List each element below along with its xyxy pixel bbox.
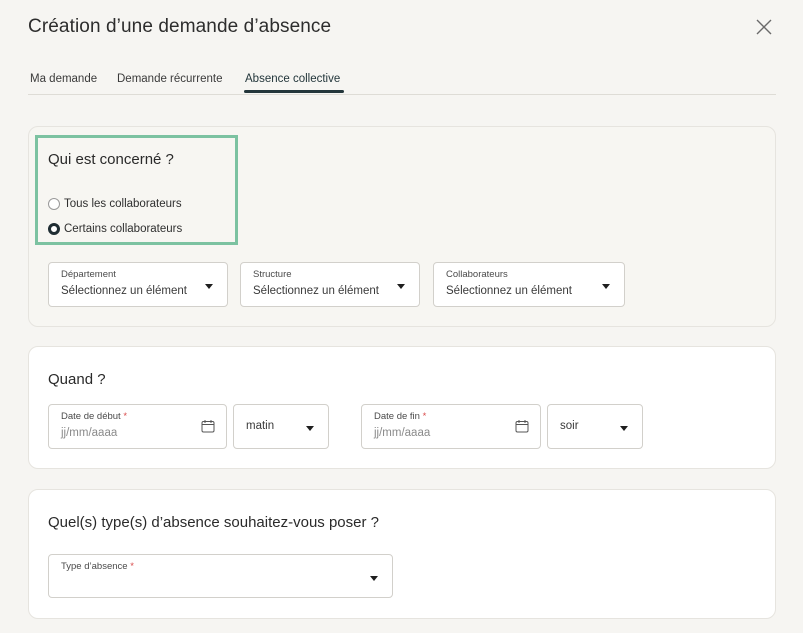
structure-select[interactable]: Structure Sélectionnez un élément <box>240 262 420 307</box>
caret-down-icon <box>370 576 378 581</box>
when-title: Quand ? <box>48 371 106 388</box>
collaborators-label: Collaborateurs <box>446 269 508 280</box>
caret-down-icon <box>620 426 628 431</box>
end-period-value: soir <box>560 420 579 432</box>
end-date-placeholder: jj/mm/aaaa <box>374 427 431 439</box>
department-label: Département <box>61 269 116 280</box>
type-title: Quel(s) type(s) d’absence souhaitez-vous… <box>48 514 379 531</box>
active-tab-indicator <box>244 90 344 93</box>
end-date-field[interactable]: Date de fin * jj/mm/aaaa <box>361 404 541 449</box>
absence-type-select[interactable]: Type d’absence * <box>48 554 393 598</box>
who-title: Qui est concerné ? <box>48 151 174 168</box>
tab-bar: Ma demande Demande récurrente Absence co… <box>28 66 776 95</box>
absence-type-label: Type d’absence * <box>61 561 134 572</box>
calendar-icon[interactable] <box>201 419 215 433</box>
radio-some-collaborators[interactable]: Certains collaborateurs <box>48 223 182 235</box>
calendar-icon[interactable] <box>515 419 529 433</box>
start-period-select[interactable]: matin <box>233 404 329 449</box>
close-icon <box>756 19 772 35</box>
radio-circle[interactable] <box>48 198 60 210</box>
structure-value: Sélectionnez un élément <box>253 285 379 297</box>
caret-down-icon <box>205 284 213 289</box>
start-date-field[interactable]: Date de début * jj/mm/aaaa <box>48 404 227 449</box>
collaborators-select[interactable]: Collaborateurs Sélectionnez un élément <box>433 262 625 307</box>
department-select[interactable]: Département Sélectionnez un élément <box>48 262 228 307</box>
start-period-value: matin <box>246 420 275 432</box>
collaborators-value: Sélectionnez un élément <box>446 285 572 297</box>
radio-label: Certains collaborateurs <box>64 223 183 235</box>
end-period-select[interactable]: soir <box>547 404 643 449</box>
tab-absence-collective[interactable]: Absence collective <box>245 73 340 85</box>
department-value: Sélectionnez un élément <box>61 285 187 297</box>
start-date-label: Date de début * <box>61 411 128 422</box>
modal-title: Création d’une demande d’absence <box>28 16 332 37</box>
caret-down-icon <box>306 426 314 431</box>
end-date-label: Date de fin * <box>374 411 427 422</box>
start-date-placeholder: jj/mm/aaaa <box>61 427 118 439</box>
structure-label: Structure <box>253 269 292 280</box>
caret-down-icon <box>602 284 610 289</box>
caret-down-icon <box>397 284 405 289</box>
radio-all-collaborators[interactable]: Tous les collaborateurs <box>48 198 182 210</box>
tab-ma-demande[interactable]: Ma demande <box>30 73 97 85</box>
close-button[interactable] <box>752 15 776 39</box>
tab-demande-recurrente[interactable]: Demande récurrente <box>117 73 222 85</box>
radio-label: Tous les collaborateurs <box>64 198 182 210</box>
radio-circle-checked[interactable] <box>48 223 60 235</box>
